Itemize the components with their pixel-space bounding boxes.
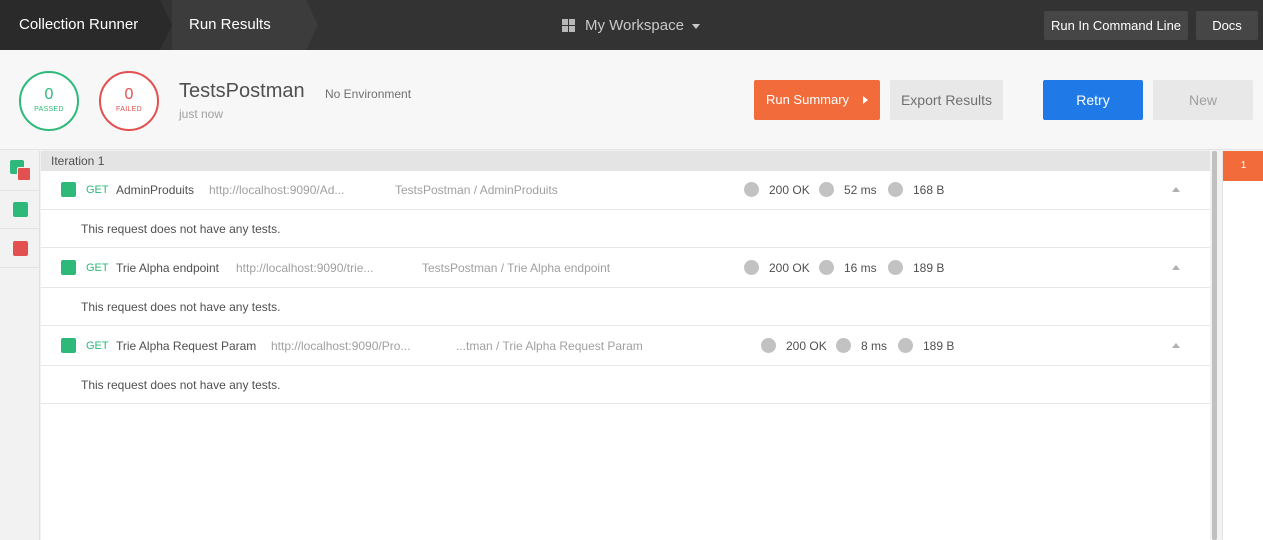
status-dot-icon: [744, 182, 759, 197]
pass-square-icon: [13, 202, 28, 217]
breadcrumb-run-results[interactable]: Run Results: [172, 0, 306, 50]
status-square-icon: [61, 182, 76, 197]
run-in-command-line-button[interactable]: Run In Command Line: [1044, 11, 1188, 40]
fail-square-icon: [13, 241, 28, 256]
status-square-icon: [61, 260, 76, 275]
scrollbar[interactable]: [1210, 151, 1218, 540]
response-size: 168 B: [913, 183, 945, 197]
response-size: 189 B: [923, 339, 955, 353]
collapse-caret-icon[interactable]: [1172, 187, 1180, 192]
breadcrumb-separator: [306, 0, 318, 50]
request-path: ...tman / Trie Alpha Request Param: [456, 339, 643, 353]
request-name: Trie Alpha endpoint: [116, 261, 219, 275]
request-method: GET: [86, 262, 109, 274]
request-name: AdminProduits: [116, 183, 195, 197]
response-status: 200 OK: [769, 183, 810, 197]
workspace-label: My Workspace: [585, 16, 684, 34]
workspace-switcher[interactable]: My Workspace: [562, 0, 700, 50]
top-bar: Collection Runner Run Results My Workspa…: [0, 0, 1263, 50]
collection-name: TestsPostman: [179, 80, 305, 102]
request-path: TestsPostman / AdminProduits: [395, 183, 558, 197]
time-dot-icon: [819, 182, 834, 197]
failed-label: FAILED: [116, 106, 142, 113]
response-time: 16 ms: [844, 261, 877, 275]
environment-name: No Environment: [325, 87, 412, 101]
passed-count: 0: [44, 86, 54, 103]
request-row[interactable]: GET AdminProduits http://localhost:9090/…: [41, 171, 1210, 210]
request-row[interactable]: GET Trie Alpha Request Param http://loca…: [41, 327, 1210, 366]
time-dot-icon: [836, 338, 851, 353]
export-results-button[interactable]: Export Results: [890, 80, 1003, 120]
run-timestamp: just now: [179, 107, 224, 121]
response-status: 200 OK: [769, 261, 810, 275]
new-button[interactable]: New: [1153, 80, 1253, 120]
fail-filter[interactable]: [0, 230, 40, 268]
results-list: Iteration 1 GET AdminProduits http://loc…: [41, 151, 1210, 540]
no-tests-message: This request does not have any tests.: [41, 366, 1210, 404]
fail-marker-icon: [17, 167, 31, 181]
failed-counter: 0 FAILED: [99, 71, 159, 131]
iteration-panel: 1: [1222, 151, 1263, 540]
iteration-header: Iteration 1: [41, 151, 1210, 171]
request-method: GET: [86, 184, 109, 196]
run-summary-header: 0 PASSED 0 FAILED TestsPostman No Enviro…: [0, 50, 1263, 150]
passed-label: PASSED: [34, 106, 64, 113]
request-url: http://localhost:9090/Ad...: [209, 183, 345, 197]
status-square-icon: [61, 338, 76, 353]
status-dot-icon: [744, 260, 759, 275]
passed-counter: 0 PASSED: [19, 71, 79, 131]
time-dot-icon: [819, 260, 834, 275]
docs-button[interactable]: Docs: [1196, 11, 1258, 40]
scrollbar-thumb[interactable]: [1212, 151, 1217, 540]
breadcrumb-collection-runner[interactable]: Collection Runner: [0, 0, 160, 50]
size-dot-icon: [888, 182, 903, 197]
response-size: 189 B: [913, 261, 945, 275]
collapse-caret-icon[interactable]: [1172, 343, 1180, 348]
response-time: 8 ms: [861, 339, 888, 353]
response-time: 52 ms: [844, 183, 877, 197]
size-dot-icon: [898, 338, 913, 353]
breadcrumb-separator: [160, 0, 172, 50]
request-url: http://localhost:9090/Pro...: [271, 339, 411, 353]
run-summary-label: Run Summary: [765, 92, 850, 107]
chevron-down-icon: [691, 23, 700, 29]
collapse-caret-icon[interactable]: [1172, 265, 1180, 270]
status-dot-icon: [761, 338, 776, 353]
failed-count: 0: [124, 86, 134, 103]
request-name: Trie Alpha Request Param: [116, 339, 257, 353]
run-summary-button[interactable]: Run Summary: [754, 80, 880, 120]
workspace-grid-icon: [562, 18, 575, 32]
request-url: http://localhost:9090/trie...: [236, 261, 374, 275]
pass-filter[interactable]: [0, 191, 40, 229]
request-row[interactable]: GET Trie Alpha endpoint http://localhost…: [41, 249, 1210, 288]
request-method: GET: [86, 340, 109, 352]
no-tests-message: This request does not have any tests.: [41, 288, 1210, 326]
response-status: 200 OK: [786, 339, 827, 353]
iteration-status-marker[interactable]: [0, 151, 40, 191]
status-sidebar: [0, 151, 40, 540]
request-path: TestsPostman / Trie Alpha endpoint: [422, 261, 611, 275]
no-tests-message: This request does not have any tests.: [41, 210, 1210, 248]
play-icon: [863, 95, 869, 104]
size-dot-icon: [888, 260, 903, 275]
iteration-tab[interactable]: 1: [1223, 151, 1263, 181]
retry-button[interactable]: Retry: [1043, 80, 1143, 120]
